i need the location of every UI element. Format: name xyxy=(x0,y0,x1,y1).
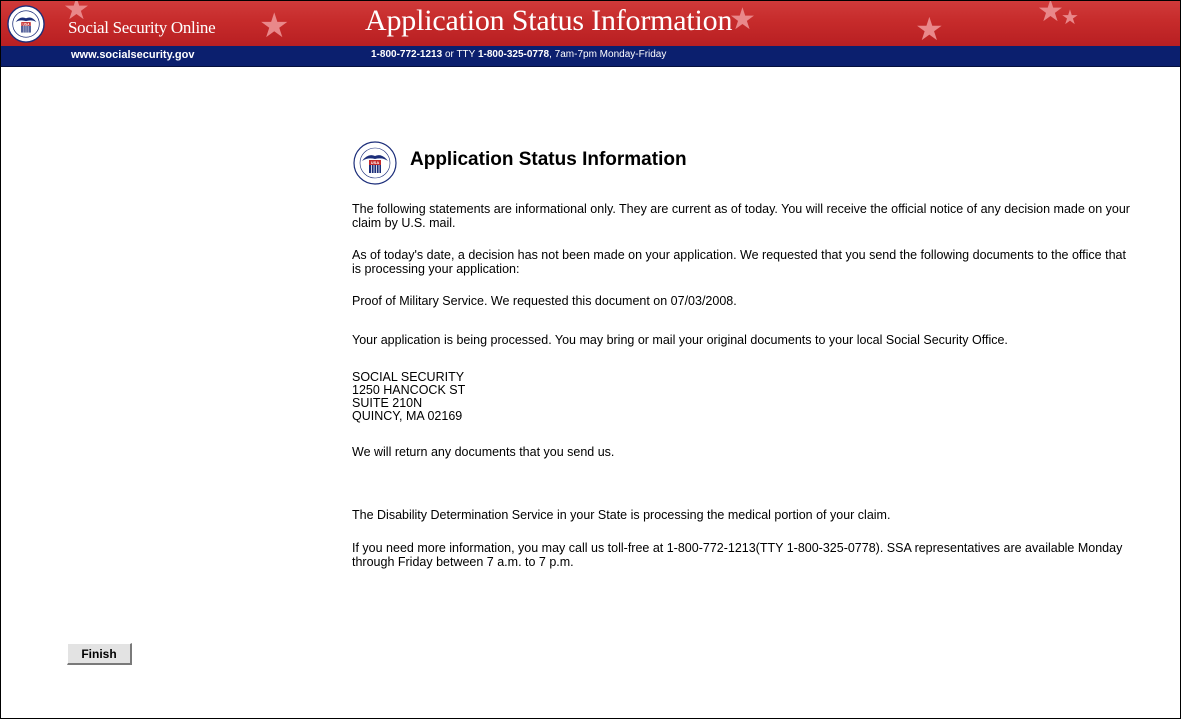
star-decoration-icon: ★ xyxy=(1061,5,1079,29)
info-paragraph-requested-document: Proof of Military Service. We requested … xyxy=(352,294,737,308)
phone-tty: 1-800-325-0778 xyxy=(477,49,550,60)
star-decoration-icon: ★ xyxy=(915,10,944,46)
phone-hours: , 7am-7pm Monday-Friday xyxy=(549,49,667,60)
site-banner: ★ ★ ★ ★ ★ ★ USA Social Security Online A… xyxy=(1,1,1180,46)
star-decoration-icon: ★ xyxy=(1037,1,1064,29)
svg-text:USA: USA xyxy=(371,160,380,165)
status-content: USA Application Status Information The f… xyxy=(352,140,1132,569)
banner-title: Application Status Information xyxy=(365,4,733,37)
phone-main: 1-800-772-1213 xyxy=(371,49,443,60)
heading-row: USA Application Status Information xyxy=(352,140,1132,185)
contact-phone-line: 1-800-772-1213 or TTY 1-800-325-0778, 7a… xyxy=(371,49,666,60)
address-line: SUITE 210N xyxy=(352,396,423,410)
phone-or-tty: or TTY xyxy=(442,49,478,60)
info-paragraph-decision: As of today's date, a decision has not b… xyxy=(352,248,1126,276)
site-name: Social Security Online xyxy=(68,18,216,37)
svg-text:USA: USA xyxy=(23,22,31,26)
info-paragraph-contact: If you need more information, you may ca… xyxy=(352,541,1123,569)
address-line: QUINCY, MA 02169 xyxy=(352,409,463,423)
star-decoration-icon: ★ xyxy=(729,2,756,37)
star-decoration-icon: ★ xyxy=(259,6,290,46)
finish-button[interactable]: Finish xyxy=(67,643,132,665)
ssa-seal-icon: USA xyxy=(353,141,397,185)
contact-bar: www.socialsecurity.gov 1-800-772-1213 or… xyxy=(1,46,1180,67)
info-paragraph-processing: Your application is being processed. You… xyxy=(352,333,1008,347)
info-paragraph-dds: The Disability Determination Service in … xyxy=(352,508,891,522)
info-paragraph-return-docs: We will return any documents that you se… xyxy=(352,445,615,459)
address-line: 1250 HANCOCK ST xyxy=(352,383,466,397)
office-address: SOCIAL SECURITY 1250 HANCOCK ST SUITE 21… xyxy=(352,371,1132,423)
info-paragraph-disclaimer: The following statements are information… xyxy=(352,202,1130,230)
address-line: SOCIAL SECURITY xyxy=(352,370,465,384)
page-title: Application Status Information xyxy=(410,149,687,170)
site-url-link[interactable]: www.socialsecurity.gov xyxy=(71,49,195,61)
ssa-seal-logo-icon: USA xyxy=(7,5,45,43)
